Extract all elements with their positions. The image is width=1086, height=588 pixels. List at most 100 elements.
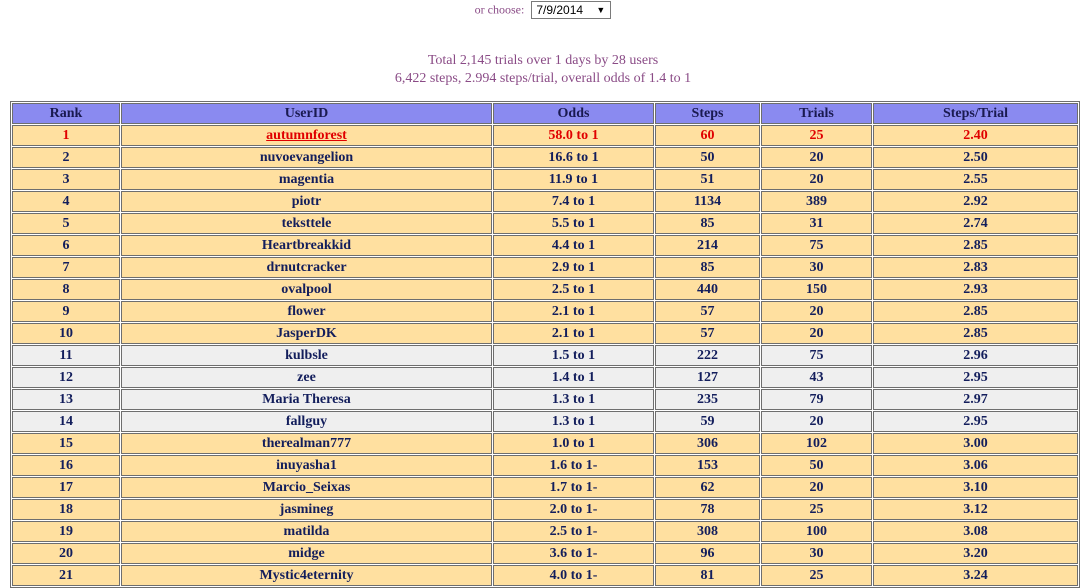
cell-steps: 308 — [655, 521, 760, 542]
table-row: 20 midge 3.6 to 1- 96 30 3.20 — [12, 543, 1078, 564]
cell-userid: Maria Theresa — [121, 389, 492, 410]
cell-userid: flower — [121, 301, 492, 322]
user-link[interactable]: autumnforest — [266, 128, 347, 143]
cell-steps-per-trial: 3.20 — [873, 543, 1078, 564]
cell-steps-per-trial: 3.24 — [873, 565, 1078, 586]
table-row: 21 Mystic4eternity 4.0 to 1- 81 25 3.24 — [12, 565, 1078, 586]
cell-trials: 75 — [761, 235, 872, 256]
header-userid: UserID — [121, 103, 492, 124]
cell-rank: 1 — [12, 125, 120, 146]
cell-steps-per-trial: 2.85 — [873, 235, 1078, 256]
date-chooser: or choose: 7/9/2014 ▼ — [0, 1, 1086, 19]
cell-trials: 79 — [761, 389, 872, 410]
cell-odds: 4.0 to 1- — [493, 565, 654, 586]
cell-userid: midge — [121, 543, 492, 564]
table-row: 17 Marcio_Seixas 1.7 to 1- 62 20 3.10 — [12, 477, 1078, 498]
table-row: 3 magentia 11.9 to 1 51 20 2.55 — [12, 169, 1078, 190]
cell-trials: 389 — [761, 191, 872, 212]
cell-userid: jasmineg — [121, 499, 492, 520]
cell-rank: 10 — [12, 323, 120, 344]
cell-steps: 51 — [655, 169, 760, 190]
cell-odds: 2.5 to 1 — [493, 279, 654, 300]
cell-steps-per-trial: 3.08 — [873, 521, 1078, 542]
cell-steps: 81 — [655, 565, 760, 586]
cell-trials: 20 — [761, 169, 872, 190]
table-row: 19 matilda 2.5 to 1- 308 100 3.08 — [12, 521, 1078, 542]
cell-trials: 25 — [761, 565, 872, 586]
summary: Total 2,145 trials over 1 days by 28 use… — [0, 52, 1086, 88]
header-odds: Odds — [493, 103, 654, 124]
cell-odds: 1.5 to 1 — [493, 345, 654, 366]
cell-steps-per-trial: 3.10 — [873, 477, 1078, 498]
cell-steps-per-trial: 2.93 — [873, 279, 1078, 300]
table-row: 7 drnutcracker 2.9 to 1 85 30 2.83 — [12, 257, 1078, 278]
cell-rank: 5 — [12, 213, 120, 234]
cell-rank: 18 — [12, 499, 120, 520]
cell-userid: Marcio_Seixas — [121, 477, 492, 498]
table-row: 1 autumnforest 58.0 to 1 60 25 2.40 — [12, 125, 1078, 146]
cell-userid: JasperDK — [121, 323, 492, 344]
cell-trials: 25 — [761, 499, 872, 520]
cell-trials: 75 — [761, 345, 872, 366]
cell-steps-per-trial: 2.96 — [873, 345, 1078, 366]
cell-userid: nuvoevangelion — [121, 147, 492, 168]
date-select-value: 7/9/2014 — [536, 3, 584, 17]
cell-rank: 16 — [12, 455, 120, 476]
cell-userid: teksttele — [121, 213, 492, 234]
cell-rank: 8 — [12, 279, 120, 300]
cell-trials: 20 — [761, 323, 872, 344]
cell-rank: 12 — [12, 367, 120, 388]
table-row: 11 kulbsle 1.5 to 1 222 75 2.96 — [12, 345, 1078, 366]
cell-odds: 3.6 to 1- — [493, 543, 654, 564]
cell-odds: 58.0 to 1 — [493, 125, 654, 146]
cell-steps-per-trial: 3.12 — [873, 499, 1078, 520]
table-row: 5 teksttele 5.5 to 1 85 31 2.74 — [12, 213, 1078, 234]
table-row: 2 nuvoevangelion 16.6 to 1 50 20 2.50 — [12, 147, 1078, 168]
cell-odds: 2.1 to 1 — [493, 323, 654, 344]
cell-steps: 57 — [655, 323, 760, 344]
dropdown-arrow-icon: ▼ — [596, 5, 606, 15]
cell-steps-per-trial: 3.00 — [873, 433, 1078, 454]
cell-steps: 306 — [655, 433, 760, 454]
cell-odds: 1.7 to 1- — [493, 477, 654, 498]
cell-trials: 43 — [761, 367, 872, 388]
cell-rank: 11 — [12, 345, 120, 366]
cell-userid: matilda — [121, 521, 492, 542]
cell-odds: 1.0 to 1 — [493, 433, 654, 454]
table-row: 9 flower 2.1 to 1 57 20 2.85 — [12, 301, 1078, 322]
cell-trials: 102 — [761, 433, 872, 454]
cell-rank: 19 — [12, 521, 120, 542]
cell-trials: 25 — [761, 125, 872, 146]
cell-odds: 7.4 to 1 — [493, 191, 654, 212]
cell-trials: 30 — [761, 543, 872, 564]
cell-steps-per-trial: 2.85 — [873, 323, 1078, 344]
header-rank: Rank — [12, 103, 120, 124]
cell-steps-per-trial: 2.85 — [873, 301, 1078, 322]
cell-steps-per-trial: 2.92 — [873, 191, 1078, 212]
cell-userid: inuyasha1 — [121, 455, 492, 476]
cell-steps: 440 — [655, 279, 760, 300]
cell-userid: magentia — [121, 169, 492, 190]
date-select[interactable]: 7/9/2014 ▼ — [531, 1, 612, 19]
cell-steps: 57 — [655, 301, 760, 322]
cell-userid: fallguy — [121, 411, 492, 432]
cell-odds: 1.3 to 1 — [493, 411, 654, 432]
cell-trials: 20 — [761, 301, 872, 322]
cell-steps-per-trial: 2.95 — [873, 411, 1078, 432]
cell-rank: 3 — [12, 169, 120, 190]
cell-rank: 2 — [12, 147, 120, 168]
cell-userid: Mystic4eternity — [121, 565, 492, 586]
cell-trials: 100 — [761, 521, 872, 542]
cell-steps: 60 — [655, 125, 760, 146]
cell-trials: 20 — [761, 411, 872, 432]
cell-steps: 127 — [655, 367, 760, 388]
cell-steps: 1134 — [655, 191, 760, 212]
table-row: 10 JasperDK 2.1 to 1 57 20 2.85 — [12, 323, 1078, 344]
table-row: 15 therealman777 1.0 to 1 306 102 3.00 — [12, 433, 1078, 454]
cell-steps: 59 — [655, 411, 760, 432]
table-row: 4 piotr 7.4 to 1 1134 389 2.92 — [12, 191, 1078, 212]
cell-trials: 31 — [761, 213, 872, 234]
summary-totals: Total 2,145 trials over 1 days by 28 use… — [427, 53, 659, 68]
table-row: 8 ovalpool 2.5 to 1 440 150 2.93 — [12, 279, 1078, 300]
cell-steps: 85 — [655, 213, 760, 234]
